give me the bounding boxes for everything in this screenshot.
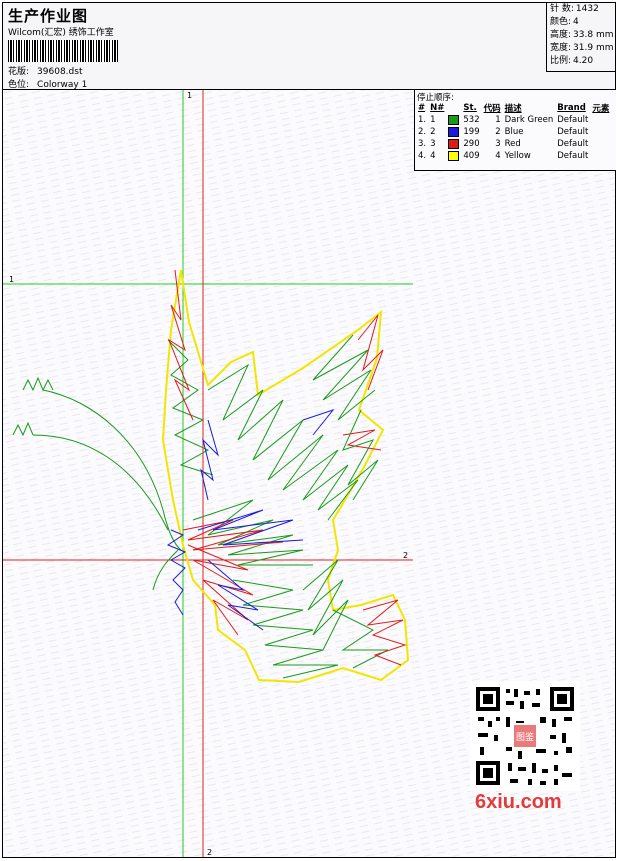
design-value: 39608.dst bbox=[37, 67, 83, 77]
software-name: Wilcom(汇宏) 绣饰工作室 bbox=[8, 28, 114, 38]
production-sheet: 生产作业图 Wilcom(汇宏) 绣饰工作室 花版: 39608.dst 色位: C… bbox=[2, 2, 616, 858]
stitches-value: 1432 bbox=[575, 4, 599, 14]
color-table: # N# St. 代码 描述 Brand 元素 1. 1 532 1 Dark … bbox=[416, 102, 611, 162]
colors-value: 4 bbox=[573, 17, 579, 27]
row-number: 4 bbox=[430, 151, 436, 161]
colorway-value: Colorway 1 bbox=[37, 80, 88, 90]
stop-sequence-panel: 停止顺序: # N# St. 代码 描述 Brand 元素 1. 1 532 1… bbox=[414, 90, 616, 171]
height-value: 33.8 mm bbox=[573, 30, 614, 40]
height-row: 高度: 33.8 mm bbox=[547, 29, 616, 42]
header-panel: 生产作业图 Wilcom(汇宏) 绣饰工作室 花版: 39608.dst 色位: C… bbox=[3, 3, 615, 90]
row-code: 3 bbox=[495, 139, 501, 149]
row-desc: Red bbox=[504, 139, 521, 149]
width-value: 31.9 mm bbox=[573, 43, 614, 53]
row-desc: Yellow bbox=[504, 151, 531, 161]
row-swatch bbox=[446, 114, 461, 126]
design-label: 花版: bbox=[8, 67, 30, 77]
ratio-value: 4.20 bbox=[573, 56, 594, 66]
row-swatch bbox=[446, 138, 461, 150]
table-row[interactable]: 4. 4 409 4 Yellow Default bbox=[416, 150, 611, 162]
row-stitches: 532 bbox=[463, 115, 480, 125]
row-code: 4 bbox=[495, 151, 501, 161]
row-stitches: 409 bbox=[463, 151, 480, 161]
table-row[interactable]: 3. 3 290 3 Red Default bbox=[416, 138, 611, 150]
green-v-label: 1 bbox=[187, 91, 192, 100]
col-stitches: St. bbox=[463, 103, 477, 113]
table-row[interactable]: 2. 2 199 2 Blue Default bbox=[416, 126, 611, 138]
col-code: 代码 bbox=[483, 104, 501, 114]
row-number: 3 bbox=[430, 139, 436, 149]
color-swatch bbox=[448, 138, 460, 149]
ratio-row: 比例: 4.20 bbox=[547, 55, 616, 68]
row-index: 1. bbox=[418, 115, 427, 125]
row-brand: Default bbox=[557, 127, 589, 137]
col-brand: Brand bbox=[557, 103, 586, 113]
row-brand: Default bbox=[557, 139, 589, 149]
row-swatch bbox=[446, 150, 461, 162]
row-swatch bbox=[446, 126, 461, 138]
row-index: 4. bbox=[418, 151, 427, 161]
col-desc: 描述 bbox=[504, 104, 522, 114]
colorway-row: 色位: Colorway 1 bbox=[8, 77, 87, 90]
width-row: 宽度: 31.9 mm bbox=[547, 42, 616, 55]
row-code: 2 bbox=[495, 127, 501, 137]
table-row[interactable]: 1. 1 532 1 Dark Green Default bbox=[416, 114, 611, 126]
ratio-label: 比例: bbox=[550, 56, 572, 66]
row-element bbox=[590, 150, 611, 162]
colorway-label: 色位: bbox=[8, 80, 30, 90]
col-swatch bbox=[446, 102, 461, 114]
barcode bbox=[8, 40, 118, 62]
col-element: 元素 bbox=[592, 104, 610, 114]
row-desc: Dark Green bbox=[504, 115, 554, 125]
row-number: 2 bbox=[430, 127, 436, 137]
row-desc: Blue bbox=[504, 127, 524, 137]
design-row: 花版: 39608.dst bbox=[8, 64, 82, 77]
row-element bbox=[590, 138, 611, 150]
seal-text: 图鉴 bbox=[516, 731, 534, 743]
color-swatch bbox=[448, 126, 460, 137]
row-code: 1 bbox=[495, 115, 501, 125]
colors-label: 颜色: bbox=[550, 17, 572, 27]
color-swatch bbox=[448, 114, 460, 125]
row-element bbox=[590, 114, 611, 126]
stitches-label: 针 数: bbox=[550, 4, 574, 14]
colors-row: 颜色: 4 bbox=[547, 16, 616, 29]
qr-code: 图鉴 bbox=[470, 681, 580, 791]
green-h-label: 1 bbox=[9, 275, 14, 284]
page-title: 生产作业图 bbox=[8, 7, 89, 25]
red-h-label: 2 bbox=[403, 551, 408, 560]
row-element bbox=[590, 126, 611, 138]
row-brand: Default bbox=[557, 151, 589, 161]
row-number: 1 bbox=[430, 115, 436, 125]
stats-panel: 针 数: 1432 颜色: 4 高度: 33.8 mm 宽度: 31.9 mm 比例: 4… bbox=[546, 3, 616, 72]
col-n: N# bbox=[430, 103, 445, 113]
stitches-row: 针 数: 1432 bbox=[547, 3, 616, 16]
row-index: 2. bbox=[418, 127, 427, 137]
row-brand: Default bbox=[557, 115, 589, 125]
color-table-header: # N# St. 代码 描述 Brand 元素 bbox=[416, 102, 611, 114]
color-swatch bbox=[448, 150, 460, 161]
row-stitches: 199 bbox=[463, 127, 480, 137]
site-logo[interactable]: 6xiu.com bbox=[475, 791, 562, 814]
height-label: 高度: bbox=[550, 30, 572, 40]
row-index: 3. bbox=[418, 139, 427, 149]
row-stitches: 290 bbox=[463, 139, 480, 149]
red-v-label: 2 bbox=[207, 848, 212, 857]
width-label: 宽度: bbox=[550, 43, 572, 53]
col-hash: # bbox=[418, 103, 426, 113]
